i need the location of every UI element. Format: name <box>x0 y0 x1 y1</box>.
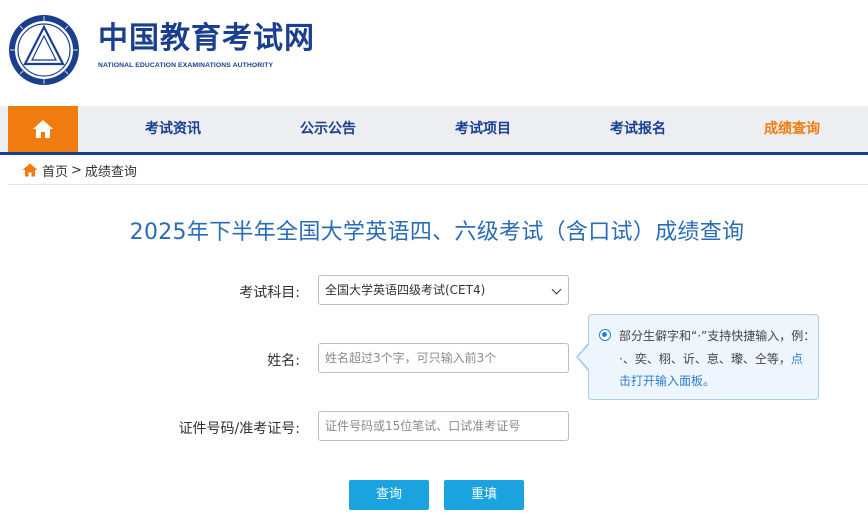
breadcrumb-divider <box>8 184 868 185</box>
subject-select-value: 全国大学英语四级考试(CET4) <box>325 283 486 297</box>
page-title: 2025年下半年全国大学英语四、六级考试（含口试）成绩查询 <box>129 220 745 245</box>
id-number-input[interactable]: 证件号码或15位笔试、口试准考证号 <box>318 411 569 441</box>
name-input-placeholder: 姓名超过3个字，可只输入前3个 <box>325 351 497 365</box>
id-label: 证件号码/准考证号: <box>178 421 300 437</box>
nav-item-registration[interactable]: 考试报名 <box>578 106 698 152</box>
chevron-down-icon <box>551 284 562 295</box>
home-icon <box>33 120 53 138</box>
name-label: 姓名: <box>267 353 300 369</box>
input-tip-text: 部分生僻字和“·”支持快捷输入，例：·、奕、栩、䜣、恴、瓈、仝等，点击打开输入面… <box>619 325 811 393</box>
nav-item-exam-programs[interactable]: 考试项目 <box>423 106 543 152</box>
nav-item-exam-news[interactable]: 考试资讯 <box>113 106 233 152</box>
id-input-placeholder: 证件号码或15位笔试、口试准考证号 <box>325 419 521 433</box>
nav-underline <box>0 152 868 155</box>
nav-item-score-query[interactable]: 成绩查询 <box>732 106 852 152</box>
breadcrumb-home-link[interactable]: 首页 <box>42 161 68 180</box>
nav-item-announcements[interactable]: 公示公告 <box>268 106 388 152</box>
site-title[interactable]: 中国教育考试网 <box>98 22 315 56</box>
neea-seal-logo[interactable] <box>8 14 80 86</box>
tip-body: 部分生僻字和“·”支持快捷输入，例：·、奕、栩、䜣、恴、瓈、仝等， <box>619 329 810 366</box>
main-nav: 考试资讯 公示公告 考试项目 考试报名 成绩查询 <box>0 106 868 152</box>
input-tip-box: 部分生僻字和“·”支持快捷输入，例：·、奕、栩、䜣、恴、瓈、仝等，点击打开输入面… <box>588 314 819 400</box>
breadcrumb: 首页 > 成绩查询 <box>22 159 140 181</box>
site-subtitle: NATIONAL EDUCATION EXAMINATIONS AUTHORIT… <box>98 62 274 69</box>
breadcrumb-current: 成绩查询 <box>84 164 137 180</box>
site-header: 中国教育考试网 NATIONAL EDUCATION EXAMINATIONS … <box>0 0 868 106</box>
radio-icon <box>599 329 611 341</box>
reset-button[interactable]: 重填 <box>444 480 524 510</box>
tip-pointer-inner <box>578 345 589 369</box>
name-input[interactable]: 姓名超过3个字，可只输入前3个 <box>318 343 569 373</box>
home-icon <box>22 163 38 177</box>
subject-select[interactable]: 全国大学英语四级考试(CET4) <box>318 275 569 305</box>
breadcrumb-separator: > <box>71 162 82 178</box>
query-button[interactable]: 查询 <box>349 480 429 510</box>
nav-home-button[interactable] <box>8 106 78 152</box>
subject-label: 考试科目: <box>239 285 300 301</box>
